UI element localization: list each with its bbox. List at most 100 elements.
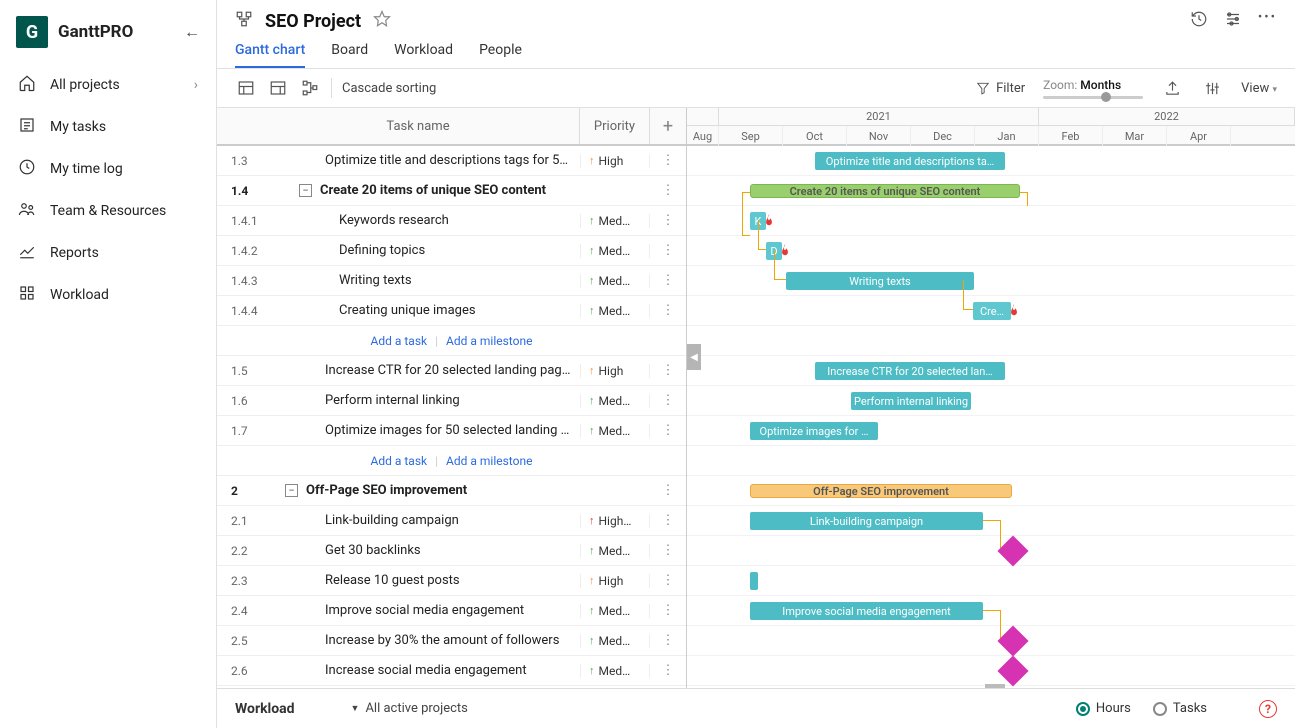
filter-button[interactable]: Filter [976, 81, 1025, 96]
priority-cell[interactable]: ↑Med… [580, 394, 650, 408]
view-dropdown[interactable]: View ▾ [1241, 81, 1277, 96]
sidebar-item-reports[interactable]: Reports [0, 232, 216, 274]
add-task-link[interactable]: Add a task [371, 454, 428, 468]
priority-cell[interactable]: ↑Med… [580, 544, 650, 558]
gantt-bar[interactable]: Improve social media engagement [750, 602, 983, 620]
gantt-bar[interactable] [750, 572, 758, 590]
task-row[interactable]: 1.6Perform internal linking↑Med…⋮ [217, 386, 686, 416]
row-more-icon[interactable]: ⋮ [650, 483, 686, 498]
sidebar-item-my-tasks[interactable]: My tasks [0, 106, 216, 148]
row-more-icon[interactable]: ⋮ [650, 303, 686, 318]
priority-cell[interactable]: ↑Med… [580, 244, 650, 258]
gantt-bar[interactable]: Create 20 items of unique SEO content [750, 184, 1020, 198]
row-more-icon[interactable]: ⋮ [650, 603, 686, 618]
tab-gantt-chart[interactable]: Gantt chart [235, 42, 305, 68]
row-more-icon[interactable]: ⋮ [650, 183, 686, 198]
task-row[interactable]: 1.4.3Writing texts↑Med…⋮ [217, 266, 686, 296]
task-row[interactable]: 2−Off-Page SEO improvement⋮ [217, 476, 686, 506]
add-milestone-link[interactable]: Add a milestone [446, 454, 532, 468]
priority-cell[interactable]: ↑Med… [580, 304, 650, 318]
row-more-icon[interactable]: ⋮ [650, 213, 686, 228]
task-row[interactable]: 2.4Improve social media engagement↑Med…⋮ [217, 596, 686, 626]
settings-icon[interactable] [1224, 10, 1242, 32]
gantt-bar[interactable]: Writing texts [786, 272, 974, 290]
tab-board[interactable]: Board [331, 42, 368, 68]
priority-cell[interactable]: ↑Med… [580, 424, 650, 438]
cascade-sorting[interactable]: Cascade sorting [342, 81, 436, 96]
task-row[interactable]: 1.4.4Creating unique images↑Med…⋮ [217, 296, 686, 326]
month-oct: Oct [783, 126, 847, 146]
row-more-icon[interactable]: ⋮ [650, 363, 686, 378]
gantt-bar[interactable]: Perform internal linking [851, 392, 971, 410]
task-row[interactable]: 1.4−Create 20 items of unique SEO conten… [217, 176, 686, 206]
gantt-bar[interactable]: Increase CTR for 20 selected lan… [815, 362, 1005, 380]
row-more-icon[interactable]: ⋮ [650, 273, 686, 288]
row-more-icon[interactable]: ⋮ [650, 663, 686, 678]
add-milestone-link[interactable]: Add a milestone [446, 334, 532, 348]
priority-cell[interactable]: ↑Med… [580, 634, 650, 648]
gantt-bar[interactable]: Optimize title and descriptions ta… [815, 152, 1005, 170]
layout-icon-1[interactable] [235, 77, 257, 99]
sidebar-item-all-projects[interactable]: All projects› [0, 64, 216, 106]
logo-icon: G [16, 16, 48, 48]
collapse-group-icon[interactable]: − [299, 184, 312, 197]
task-row[interactable]: 2.3Release 10 guest posts↑High⋮ [217, 566, 686, 596]
task-row[interactable]: 1.4.1Keywords research↑Med…⋮ [217, 206, 686, 236]
task-row[interactable]: 2.6Increase social media engagement↑Med…… [217, 656, 686, 686]
priority-cell[interactable]: ↑Med… [580, 604, 650, 618]
task-row[interactable]: 2.1Link-building campaign↑High…⋮ [217, 506, 686, 536]
columns-icon[interactable] [1201, 77, 1223, 99]
priority-cell[interactable]: ↑High [580, 574, 650, 588]
radio-hours[interactable]: Hours [1076, 701, 1131, 716]
sidebar-item-team-resources[interactable]: Team & Resources [0, 190, 216, 232]
row-more-icon[interactable]: ⋮ [650, 573, 686, 588]
gantt-bar[interactable]: Cre… [973, 302, 1011, 320]
layout-icon-2[interactable] [267, 77, 289, 99]
collapse-sidebar-icon[interactable]: ← [184, 22, 200, 42]
gantt-bar[interactable]: Link-building campaign [750, 512, 983, 530]
task-row[interactable]: 1.7Optimize images for 50 selected landi… [217, 416, 686, 446]
priority-cell[interactable]: ↑High… [580, 514, 650, 528]
help-icon[interactable]: ? [1259, 700, 1277, 718]
priority-cell[interactable]: ↑High [580, 154, 650, 168]
hierarchy-icon[interactable] [299, 77, 321, 99]
sidebar-item-my-time-log[interactable]: My time log [0, 148, 216, 190]
collapse-group-icon[interactable]: − [285, 484, 298, 497]
priority-cell[interactable]: ↑Med… [580, 214, 650, 228]
row-more-icon[interactable]: ⋮ [650, 423, 686, 438]
tab-workload[interactable]: Workload [394, 42, 453, 68]
zoom-control[interactable]: Zoom: Months [1043, 78, 1143, 99]
row-more-icon[interactable]: ⋮ [650, 633, 686, 648]
gantt-bar[interactable]: Off-Page SEO improvement [750, 484, 1012, 498]
priority-cell[interactable]: ↑Med… [580, 274, 650, 288]
milestone-diamond[interactable] [997, 535, 1028, 566]
task-row[interactable]: 2.5Increase by 30% the amount of followe… [217, 626, 686, 656]
gantt-bar[interactable]: Optimize images for … [750, 422, 878, 440]
row-more-icon[interactable]: ⋮ [650, 543, 686, 558]
row-more-icon[interactable]: ⋮ [650, 243, 686, 258]
expand-down-tab[interactable]: ▼ [985, 684, 1005, 688]
milestone-diamond[interactable] [997, 625, 1028, 656]
row-more-icon[interactable]: ⋮ [650, 513, 686, 528]
sidebar-item-workload[interactable]: Workload [0, 274, 216, 316]
radio-tasks[interactable]: Tasks [1153, 701, 1207, 716]
priority-cell[interactable]: ↑Med… [580, 664, 650, 678]
add-task-link[interactable]: Add a task [371, 334, 428, 348]
task-row[interactable]: 1.3Optimize title and descriptions tags … [217, 146, 686, 176]
task-row[interactable]: 2.2Get 30 backlinks↑Med…⋮ [217, 536, 686, 566]
row-more-icon[interactable]: ⋮ [650, 153, 686, 168]
export-icon[interactable] [1161, 77, 1183, 99]
tab-people[interactable]: People [479, 42, 522, 68]
history-icon[interactable] [1190, 10, 1208, 32]
collapse-grid-tab[interactable]: ◀ [687, 344, 701, 370]
milestone-diamond[interactable] [997, 655, 1028, 686]
task-row[interactable]: 1.4.2Defining topics↑Med…⋮ [217, 236, 686, 266]
star-icon[interactable] [373, 10, 391, 32]
wbs-cell: 2.1 [217, 514, 285, 528]
more-icon[interactable]: ••• [1258, 10, 1277, 32]
workload-project-dropdown[interactable]: ▼ All active projects [351, 701, 468, 716]
priority-cell[interactable]: ↑High [580, 364, 650, 378]
task-row[interactable]: 1.5Increase CTR for 20 selected landing … [217, 356, 686, 386]
add-column-button[interactable]: + [650, 108, 686, 144]
row-more-icon[interactable]: ⋮ [650, 393, 686, 408]
